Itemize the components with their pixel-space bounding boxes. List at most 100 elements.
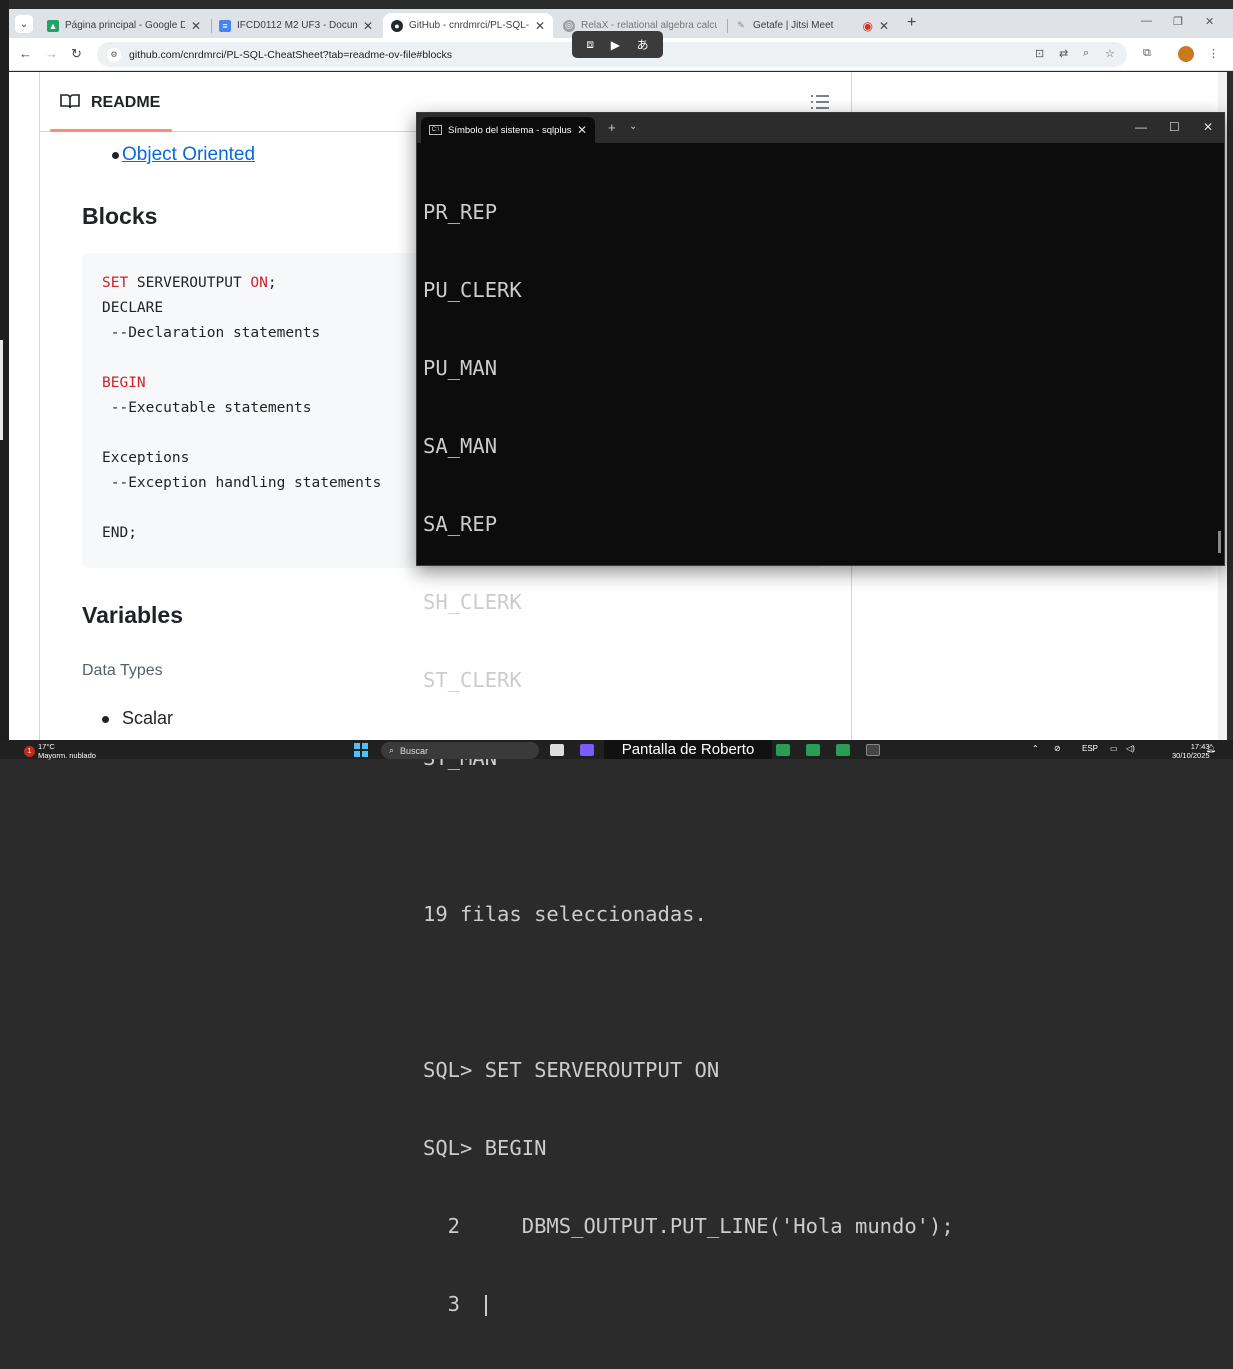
terminal-prompt-line: 3 xyxy=(423,1291,1213,1317)
terminal-line: PR_REP xyxy=(423,200,498,224)
app-icon[interactable] xyxy=(776,744,790,756)
copilot-icon[interactable] xyxy=(580,744,594,756)
volume-icon[interactable]: ◁) xyxy=(1126,744,1135,753)
forward-icon[interactable]: → xyxy=(45,46,58,61)
extensions-icon[interactable]: ⧉ xyxy=(1143,47,1151,60)
left-edge xyxy=(0,0,9,740)
new-tab-button[interactable]: + xyxy=(907,14,916,32)
tab-title: IFCD0112 M2 UF3 - Documento xyxy=(237,20,357,31)
close-icon[interactable]: ✕ xyxy=(535,19,545,33)
terminal-line: PU_CLERK xyxy=(423,278,522,302)
terminal-line: SQL> SET SERVEROUTPUT ON xyxy=(423,1058,720,1082)
tab-title: Getafe | Jitsi Meet xyxy=(753,20,834,31)
app-icon[interactable] xyxy=(836,744,850,756)
minimize-icon[interactable]: — xyxy=(1135,120,1147,134)
time: 17:43 xyxy=(1190,742,1210,751)
close-window-icon[interactable]: ✕ xyxy=(1203,120,1213,134)
display-icon[interactable]: ▭ xyxy=(1110,744,1118,753)
restore-icon[interactable]: ❐ xyxy=(1173,15,1183,28)
outline-icon[interactable] xyxy=(810,94,830,110)
heading-variables: Variables xyxy=(82,602,184,628)
search-icon: ⌕ xyxy=(389,745,395,755)
weather-widget[interactable]: 1 17°C Mayorm. nublado xyxy=(24,742,96,760)
code-line: Exceptions xyxy=(102,450,190,466)
screen-share-toolbar: ⧈ ▶ あ xyxy=(572,31,663,58)
terminal-line: 19 filas seleccionadas. xyxy=(423,902,707,926)
cmd-icon: C:\ xyxy=(429,125,442,135)
terminal-line: SA_MAN xyxy=(423,434,498,458)
install-app-icon[interactable]: ⊡ xyxy=(1035,47,1044,60)
tab-docs[interactable]: ≡ IFCD0112 M2 UF3 - Documento ✕ xyxy=(211,13,381,38)
jitsi-icon: ✎ xyxy=(737,20,745,30)
recording-icon: ◉ xyxy=(862,18,873,33)
tab-jitsi[interactable]: ✎ Getafe | Jitsi Meet ◉ ✕ xyxy=(727,13,897,38)
terminal-app-icon[interactable] xyxy=(866,744,880,756)
code-line: --Executable statements xyxy=(102,400,312,416)
app-icon[interactable] xyxy=(806,744,820,756)
bullet xyxy=(102,716,109,723)
object-oriented-link[interactable]: Object Oriented xyxy=(122,144,255,166)
close-icon[interactable]: ✕ xyxy=(191,19,201,33)
terminal-line: SH_CLERK xyxy=(423,590,522,614)
tab-title: GitHub - cnrdmrci/PL-SQL-Che xyxy=(409,20,529,31)
zoom-icon[interactable]: ⌕ xyxy=(1083,47,1089,60)
site-info-icon[interactable]: ⚙ xyxy=(107,47,121,62)
url-text: github.com/cnrdmrci/PL-SQL-CheatSheet?ta… xyxy=(129,48,453,61)
back-icon[interactable]: ← xyxy=(19,46,32,61)
close-icon[interactable]: ✕ xyxy=(879,19,889,33)
screen-share-label: Pantalla de Roberto xyxy=(604,740,772,759)
close-window-icon[interactable]: ✕ xyxy=(1205,15,1214,28)
profile-avatar[interactable] xyxy=(1178,46,1194,62)
code-line: SET SERVEROUTPUT ON; xyxy=(102,275,277,291)
reload-icon[interactable]: ↻ xyxy=(71,46,82,62)
search-label: Buscar xyxy=(400,745,429,756)
code-line: DECLARE xyxy=(102,300,164,316)
book-icon xyxy=(60,94,80,109)
tab-search-icon[interactable]: ⌄ xyxy=(15,15,33,33)
terminal-scrollbar[interactable] xyxy=(1218,531,1221,553)
language-indicator[interactable]: ESP xyxy=(1082,744,1098,753)
maximize-icon[interactable]: ☐ xyxy=(1169,120,1180,134)
dropdown-chevron-icon[interactable]: ⌄ xyxy=(629,121,637,132)
terminal-titlebar: C:\ Símbolo del sistema - sqlplus ✕ + ⌄ … xyxy=(417,113,1224,143)
close-tab-icon[interactable]: ✕ xyxy=(577,123,587,137)
close-icon[interactable]: ✕ xyxy=(363,19,373,33)
translate-icon[interactable]: ⇄ xyxy=(1059,47,1068,60)
translate-text-icon[interactable]: あ xyxy=(637,36,649,53)
screen-capture-icon[interactable]: ⧈ xyxy=(586,37,594,52)
terminal-tab[interactable]: C:\ Símbolo del sistema - sqlplus ✕ xyxy=(421,117,595,143)
terminal-tab-title: Símbolo del sistema - sqlplus xyxy=(448,124,572,136)
terminal-line: 2 DBMS_OUTPUT.PUT_LINE('Hola mundo'); xyxy=(423,1214,954,1238)
code-line: BEGIN xyxy=(102,375,146,391)
terminal-line: PU_MAN xyxy=(423,356,498,380)
text-cursor xyxy=(484,1294,487,1316)
tab-google-drive[interactable]: ▲ Página principal - Google Drive ✕ xyxy=(39,13,209,38)
minimize-icon[interactable]: — xyxy=(1141,15,1152,27)
notifications-bell-icon[interactable]: 🔔︎ xyxy=(1206,744,1216,753)
video-capture-icon[interactable]: ▶ xyxy=(611,38,620,52)
bullet xyxy=(112,152,119,159)
taskbar-search[interactable]: ⌕ Buscar xyxy=(381,742,539,759)
menu-kebab-icon[interactable]: ⋮ xyxy=(1208,47,1219,60)
github-icon: ● xyxy=(391,19,403,32)
code-line: END; xyxy=(102,525,137,541)
tab-github[interactable]: ● GitHub - cnrdmrci/PL-SQL-Che ✕ xyxy=(383,13,553,38)
heading-blocks: Blocks xyxy=(82,203,158,229)
screen: ⌄ ▲ Página principal - Google Drive ✕ ≡ … xyxy=(0,0,1233,1316)
bookmark-star-icon[interactable]: ☆ xyxy=(1105,47,1115,60)
subheading-data-types: Data Types xyxy=(82,662,163,679)
notification-badge: 1 xyxy=(24,745,35,757)
weather-temp: 17°C xyxy=(38,742,55,751)
task-view-icon[interactable] xyxy=(550,744,564,756)
readme-title[interactable]: README xyxy=(91,94,160,112)
clock[interactable]: 17:43 30/10/2025 xyxy=(1172,742,1210,760)
code-line: --Declaration statements xyxy=(102,325,321,341)
new-terminal-tab-icon[interactable]: + xyxy=(608,120,616,135)
chevron-up-icon[interactable]: ⌃ xyxy=(1032,744,1039,753)
docs-icon: ≡ xyxy=(219,19,231,32)
windows-start-icon[interactable] xyxy=(354,743,368,757)
tab-title: Página principal - Google Drive xyxy=(65,20,185,31)
network-icon[interactable]: ⊘ xyxy=(1054,744,1061,753)
terminal-output[interactable]: PR_REP PU_CLERK PU_MAN SA_MAN SA_REP SH_… xyxy=(423,147,1213,1316)
